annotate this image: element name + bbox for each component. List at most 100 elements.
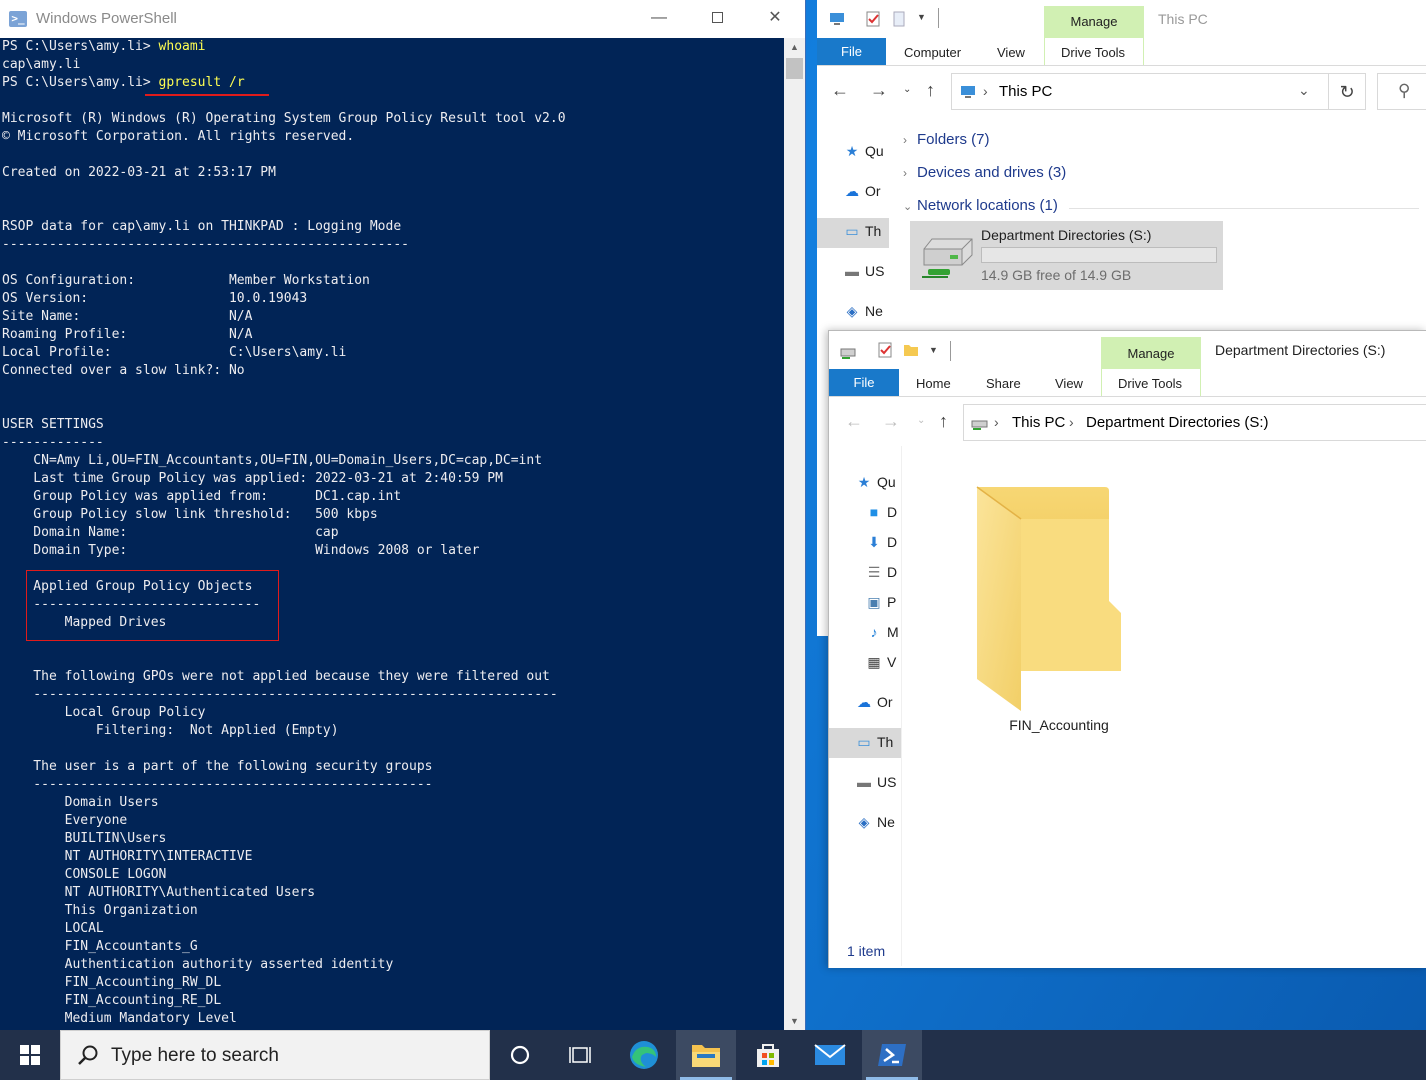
- cortana-button[interactable]: [490, 1030, 550, 1080]
- sidebar-item[interactable]: ☁ Or: [843, 183, 881, 200]
- console-line: RSOP data for cap\amy.li on THINKPAD : L…: [2, 219, 402, 234]
- title-bar[interactable]: >_ Windows PowerShell — ✕: [0, 0, 805, 38]
- tab-home[interactable]: Home: [916, 376, 951, 391]
- close-button[interactable]: ✕: [746, 0, 804, 38]
- tab-share[interactable]: Share: [986, 376, 1021, 391]
- properties-icon[interactable]: [877, 342, 893, 358]
- breadcrumb-drive[interactable]: Department Directories (S:): [1086, 414, 1269, 431]
- console-line: Microsoft (R) Windows (R) Operating Syst…: [2, 111, 566, 126]
- minimize-button[interactable]: —: [630, 0, 688, 38]
- sidebar-item[interactable]: ★ Qu: [843, 143, 884, 160]
- sidebar-item[interactable]: ◈ Ne: [855, 814, 895, 831]
- back-button[interactable]: ←: [831, 80, 849, 101]
- window-title: This PC: [1158, 11, 1208, 27]
- console-line: Domain Users: [2, 795, 159, 810]
- task-view-button[interactable]: [550, 1030, 610, 1080]
- usb-drive-icon: ▬: [845, 263, 859, 279]
- console-line: ----------------------------------------…: [2, 777, 433, 792]
- up-button[interactable]: ↑: [939, 411, 948, 432]
- tab-drive-tools[interactable]: Drive Tools: [1118, 376, 1182, 391]
- tab-view[interactable]: View: [997, 45, 1025, 60]
- scroll-down-icon[interactable]: ▼: [784, 1012, 805, 1030]
- breadcrumb-this-pc[interactable]: This PC: [1012, 414, 1065, 431]
- network-drive-tile[interactable]: Department Directories (S:) 14.9 GB free…: [910, 221, 1223, 290]
- file-explorer-button[interactable]: [676, 1030, 736, 1080]
- tab-manage[interactable]: Manage: [1101, 337, 1201, 369]
- tab-file[interactable]: File: [829, 369, 899, 396]
- new-folder-icon[interactable]: [903, 342, 919, 358]
- recent-locations-icon[interactable]: ⌄: [917, 415, 925, 426]
- breadcrumb-this-pc[interactable]: This PC: [999, 83, 1052, 100]
- properties-icon[interactable]: [865, 11, 881, 27]
- new-folder-icon[interactable]: [891, 11, 907, 27]
- console-line: The following GPOs were not applied beca…: [2, 669, 550, 684]
- sidebar-item[interactable]: ▬ US: [843, 263, 884, 279]
- recent-locations-icon[interactable]: ⌄: [903, 84, 911, 95]
- tab-computer[interactable]: Computer: [904, 45, 961, 60]
- sidebar-item[interactable]: ▬ US: [855, 774, 896, 790]
- console-line: Local Group Policy: [2, 705, 206, 720]
- console-line: Local Profile: C:\Users\amy.li: [2, 345, 347, 360]
- address-dropdown-icon[interactable]: ⌄: [1298, 82, 1310, 99]
- status-bar-count: 1 item: [847, 943, 886, 959]
- sidebar-item[interactable]: ♪ M: [865, 624, 899, 640]
- sidebar-item[interactable]: ■ D: [865, 504, 897, 520]
- up-button[interactable]: ↑: [926, 80, 935, 101]
- edge-button[interactable]: [614, 1030, 674, 1080]
- console-line: The user is a part of the following secu…: [2, 759, 433, 774]
- qat-dropdown-icon[interactable]: ▼: [917, 12, 926, 22]
- group-folders[interactable]: › Folders (7): [903, 131, 990, 148]
- network-drive-icon: [922, 238, 973, 278]
- windows-logo-icon: [20, 1045, 40, 1065]
- maximize-icon: [711, 12, 723, 24]
- computer-icon: [830, 13, 844, 25]
- vertical-scrollbar[interactable]: ▲ ▼: [784, 38, 805, 1030]
- store-button[interactable]: [738, 1030, 798, 1080]
- console-line: CONSOLE LOGON: [2, 867, 167, 882]
- computer-icon: [961, 86, 975, 98]
- sidebar-item[interactable]: ★ Qu: [855, 474, 896, 491]
- powershell-taskbar-button[interactable]: [862, 1030, 922, 1080]
- sidebar-item[interactable]: ▭ Th: [843, 223, 881, 240]
- sidebar-item[interactable]: ⬇ D: [865, 534, 897, 551]
- address-bar[interactable]: › This PC ⌄: [951, 73, 1333, 110]
- sidebar-item[interactable]: ☁ Or: [855, 694, 893, 711]
- sidebar-item[interactable]: ☰ D: [865, 564, 897, 581]
- sidebar-item[interactable]: ▦ V: [865, 654, 896, 671]
- tab-view[interactable]: View: [1055, 376, 1083, 391]
- mail-button[interactable]: [800, 1030, 860, 1080]
- powershell-window: >_ Windows PowerShell — ✕ PS C:\Users\am…: [0, 0, 806, 1030]
- console-line: Filtering: Not Applied (Empty): [2, 723, 339, 738]
- cortana-icon: [510, 1045, 530, 1065]
- folder-name[interactable]: FIN_Accounting: [979, 717, 1139, 733]
- sidebar-item[interactable]: ▭ Th: [855, 734, 893, 751]
- pictures-icon: ▣: [867, 594, 881, 610]
- scroll-up-icon[interactable]: ▲: [784, 38, 805, 56]
- start-button[interactable]: [0, 1030, 60, 1080]
- sidebar-item[interactable]: ◈ Ne: [843, 303, 883, 320]
- tab-manage[interactable]: Manage: [1044, 6, 1144, 38]
- console-text: PS C:\Users\amy.li> whoami cap\amy.li PS…: [0, 38, 784, 1028]
- refresh-button[interactable]: ↻: [1328, 73, 1366, 110]
- tab-file[interactable]: File: [817, 38, 886, 65]
- back-button[interactable]: ←: [845, 411, 863, 432]
- tab-drive-tools[interactable]: Drive Tools: [1061, 45, 1125, 60]
- console-line: FIN_Accounting_RE_DL: [2, 993, 222, 1008]
- qat-dropdown-icon[interactable]: ▼: [929, 345, 938, 355]
- console-line: Site Name: N/A: [2, 309, 253, 324]
- forward-button[interactable]: →: [870, 80, 888, 101]
- console-output[interactable]: PS C:\Users\amy.li> whoami cap\amy.li PS…: [0, 38, 784, 1030]
- mail-icon: [814, 1044, 846, 1065]
- taskbar-search[interactable]: Type here to search: [60, 1030, 490, 1080]
- address-bar[interactable]: › This PC › Department Directories (S:): [963, 404, 1426, 441]
- folder-item[interactable]: [969, 481, 1149, 714]
- group-network-locations[interactable]: ⌄ Network locations (1): [903, 197, 1058, 214]
- maximize-button[interactable]: [688, 0, 746, 38]
- forward-button[interactable]: →: [882, 411, 900, 432]
- sidebar-item[interactable]: ▣ P: [865, 594, 896, 611]
- group-devices-and-drives[interactable]: › Devices and drives (3): [903, 164, 1066, 181]
- network-icon: ◈: [858, 814, 870, 830]
- scroll-thumb[interactable]: [786, 58, 803, 79]
- onedrive-icon: ☁: [845, 183, 859, 199]
- search-box[interactable]: ⚲: [1377, 73, 1426, 110]
